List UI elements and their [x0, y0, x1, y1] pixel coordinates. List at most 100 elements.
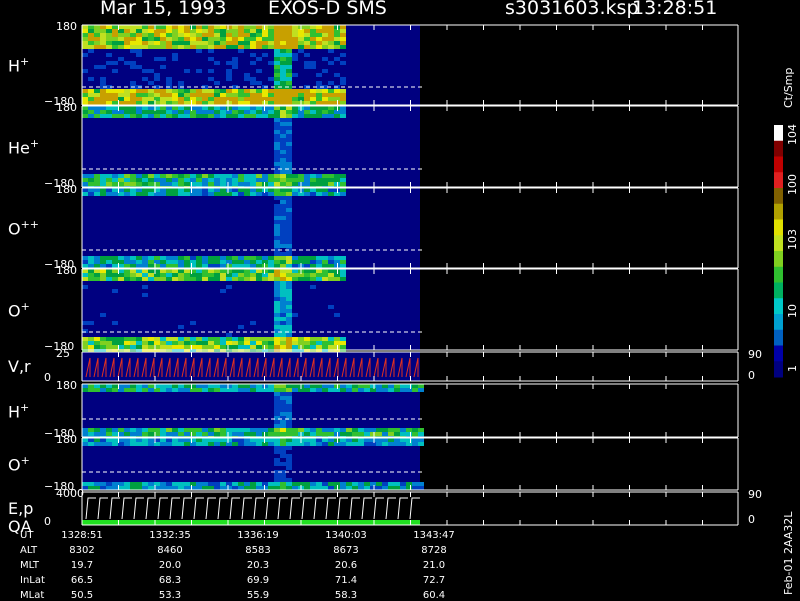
spectrogram-cell	[82, 33, 88, 37]
spectrogram-cell	[274, 260, 280, 264]
spectrogram-cell	[166, 273, 172, 277]
spectrogram-cell	[100, 341, 106, 345]
spectrogram-cell	[202, 428, 208, 432]
spectrogram-cell	[172, 114, 178, 118]
spectrogram-cell	[190, 37, 196, 41]
spectrogram-cell	[136, 106, 142, 110]
colorbar-tick: 10	[786, 304, 799, 318]
spectrogram-cell	[142, 256, 148, 260]
spectrogram-cell	[250, 269, 256, 273]
spectrogram-cell	[136, 93, 142, 97]
spectrogram-cell	[148, 81, 154, 85]
spectrogram-cell	[394, 388, 400, 392]
spectrogram-cell	[304, 97, 310, 101]
spectrogram-cell	[280, 65, 286, 69]
spectrogram-cell	[328, 37, 334, 41]
spectrogram-cell	[130, 264, 136, 268]
spectrogram-cell	[118, 428, 124, 432]
spectrogram-cell	[100, 432, 106, 436]
spectrogram-cell	[220, 174, 226, 178]
spectrogram-cell	[238, 432, 244, 436]
spectrogram-cell	[340, 337, 346, 341]
spectrogram-cell	[250, 178, 256, 182]
spectrogram-cell	[232, 264, 238, 268]
spectrogram-cell	[304, 29, 310, 33]
spectrogram-cell	[274, 122, 280, 126]
spectrogram-cell	[322, 438, 328, 442]
table-cell: 8728	[421, 545, 447, 556]
spectrogram-cell	[166, 178, 172, 182]
spectrogram-cell	[130, 37, 136, 41]
spectrogram-cell	[154, 114, 160, 118]
spectrogram-cell	[328, 61, 334, 65]
spectrogram-cell	[346, 384, 352, 388]
spectrogram-cell	[304, 388, 310, 392]
spectrogram-cell	[208, 110, 214, 114]
spectrogram-cell	[292, 178, 298, 182]
spectrogram-cell	[118, 114, 124, 118]
spectrogram-cell	[286, 130, 292, 134]
spectrogram-cell	[196, 49, 202, 53]
spectrogram-cell	[280, 158, 286, 162]
spectrogram-cell	[82, 182, 88, 186]
spectrogram-cell	[106, 106, 112, 110]
spectrogram-cell	[292, 486, 298, 490]
energy-step-trace	[397, 497, 408, 520]
spectrogram-cell	[208, 428, 214, 432]
spectrogram-cell	[94, 41, 100, 45]
spectrogram-cell	[310, 114, 316, 118]
spectrogram-cell	[322, 45, 328, 49]
energy-step-trace	[157, 497, 168, 520]
spectrogram-cell	[214, 178, 220, 182]
spectrogram-cell	[304, 260, 310, 264]
spectrogram-cell	[94, 110, 100, 114]
spectrogram-cell	[118, 93, 124, 97]
table-cell: 1343:47	[413, 530, 455, 541]
spectrogram-cell	[274, 178, 280, 182]
spectrogram-cell	[280, 313, 286, 317]
spectrogram-cell	[310, 482, 316, 486]
spectrogram-cell	[304, 41, 310, 45]
spectrogram-cell	[316, 442, 322, 446]
spectrogram-cell	[226, 264, 232, 268]
spectrogram-cell	[106, 61, 112, 65]
spectrogram-cell	[220, 25, 226, 29]
spectrogram-cell	[310, 341, 316, 345]
spectrogram-cell	[124, 110, 130, 114]
spectrogram-cell	[190, 29, 196, 33]
spectrogram-cell	[352, 486, 358, 490]
colorbar-segment	[774, 251, 783, 268]
spectrogram-cell	[286, 138, 292, 142]
spectrogram-cell	[400, 384, 406, 388]
spectrogram-cell	[208, 93, 214, 97]
spectrogram-cell	[406, 388, 412, 392]
spectrogram-cell	[226, 341, 232, 345]
spectrogram-cell	[250, 438, 256, 442]
spectrogram-cell	[154, 341, 160, 345]
spectrogram-cell	[310, 285, 316, 289]
spectrogram-cell	[250, 114, 256, 118]
spectrogram-cell	[190, 106, 196, 110]
spectrogram-cell	[244, 269, 250, 273]
spectrogram-cell	[94, 256, 100, 260]
spectrogram-cell	[304, 432, 310, 436]
spectrogram-cell	[274, 256, 280, 260]
spectrogram-cell	[292, 41, 298, 45]
spectrogram-cell	[160, 337, 166, 341]
spectrogram-cell	[256, 341, 262, 345]
spectrogram-cell	[190, 174, 196, 178]
spectrogram-cell	[268, 37, 274, 41]
spectrogram-cell	[208, 45, 214, 49]
spectrogram-cell	[244, 486, 250, 490]
spectrogram-cell	[304, 428, 310, 432]
spectrogram-cell	[184, 37, 190, 41]
spectrogram-cell	[184, 273, 190, 277]
spectrogram-cell	[280, 220, 286, 224]
spectrogram-cell	[106, 428, 112, 432]
spectrogram-cell	[112, 432, 118, 436]
spectrogram-cell	[298, 33, 304, 37]
spectrogram-cell	[244, 106, 250, 110]
spectrogram-cell	[280, 321, 286, 325]
spectrogram-cell	[382, 482, 388, 486]
spectrogram-cell	[130, 384, 136, 388]
